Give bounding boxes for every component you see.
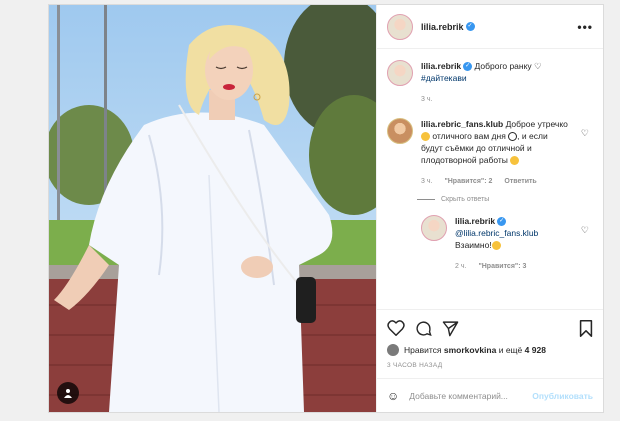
comment-input[interactable]: Добавьте комментарий... [409,391,508,401]
reply-text: Взаимно! [455,240,492,250]
liker-avatar [387,344,399,356]
heart-icon[interactable] [387,320,405,336]
add-comment-bar: ☺ Добавьте комментарий... Опубликовать [377,378,603,412]
save-icon[interactable] [579,319,593,337]
share-icon[interactable] [442,320,459,337]
hide-replies-label: Скрыть ответы [441,196,490,203]
verified-icon: ✓ [465,22,475,31]
liker-username[interactable]: smorkovkina [444,345,496,355]
emoji-icon [421,132,430,142]
caption-username[interactable]: lilia.rebrik [421,61,461,71]
more-options-icon[interactable]: ••• [577,20,593,34]
caption: lilia.rebrik ✓ Доброго ранку ♡ #дайтекави… [387,60,593,106]
publish-button[interactable]: Опубликовать [532,391,593,401]
likes-middle: и ещё [498,345,523,355]
comment-text-2: отличного вам дня [432,131,506,141]
caption-time: 3 ч. [421,96,433,103]
clock-emoji-icon [508,132,518,142]
caption-hashtag[interactable]: #дайтекави [421,73,467,83]
comment-likes[interactable]: "Нравится": 2 [444,176,492,188]
verified-icon: ✓ [497,217,507,227]
reply-item: lilia.rebrik ✓ @lilia.rebric_fans.klub Вз… [421,215,593,273]
comment-time: 3 ч. [421,178,433,185]
likes-summary[interactable]: Нравится smorkovkina и ещё 4 928 [387,344,593,356]
comment-username[interactable]: lilia.rebric_fans.klub [421,119,503,129]
reply-username[interactable]: lilia.rebrik [455,216,495,226]
comments-list[interactable]: lilia.rebrik ✓ Доброго ранку ♡ #дайтекави… [377,50,603,308]
reply-avatar[interactable] [421,215,447,241]
post-modal: lilia.rebrik ✓ ••• lilia.rebrik ✓ Доброго… [48,4,604,413]
commenter-avatar[interactable] [387,118,413,144]
likes-count[interactable]: 4 928 [525,345,546,355]
reply-button[interactable]: Ответить [504,176,536,188]
post-actions: Нравится smorkovkina и ещё 4 928 3 ЧАСОВ… [377,309,603,369]
emoji-icon [510,156,520,166]
smile-icon[interactable]: ☺ [387,389,399,403]
emoji-icon [491,241,501,251]
post-photo[interactable] [49,5,376,412]
caption-avatar[interactable] [387,60,413,86]
comment-like-icon[interactable]: ♡ [581,128,589,139]
reply-like-icon[interactable]: ♡ [581,225,589,236]
verified-icon: ✓ [463,62,473,72]
comment-item: lilia.rebric_fans.klub Доброе утречко от… [387,118,593,188]
reply-time: 2 ч. [455,263,467,270]
hide-replies-button[interactable]: Скрыть ответы [417,196,593,203]
divider-line [417,199,435,200]
posted-time: 3 ЧАСОВ НАЗАД [387,362,443,369]
caption-text: Доброго ранку ♡ [474,61,542,71]
likes-prefix: Нравится [404,345,442,355]
comment-icon[interactable] [415,320,432,337]
user-tag-icon[interactable] [57,382,79,404]
photo-illustration [49,5,376,412]
author-username[interactable]: lilia.rebrik [421,22,464,32]
comment-text-1: Доброе утречко [505,119,568,129]
post-sidebar: lilia.rebrik ✓ ••• lilia.rebrik ✓ Доброго… [376,5,603,412]
reply-mention[interactable]: @lilia.rebric_fans.klub [455,228,538,238]
reply-likes[interactable]: "Нравится": 3 [478,261,526,273]
post-header: lilia.rebrik ✓ ••• [377,5,603,49]
author-avatar[interactable] [387,13,413,40]
